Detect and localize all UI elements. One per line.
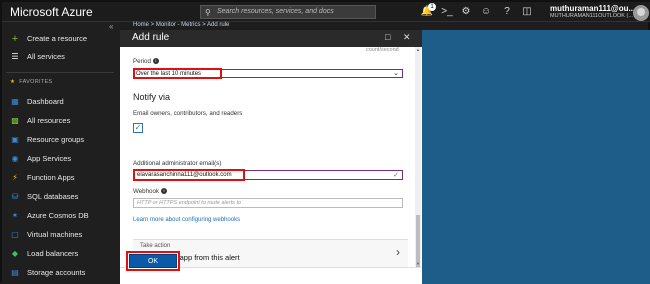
search-icon: ⚲ <box>205 8 211 17</box>
webhook-input[interactable]: HTTP or HTTPS endpoint to route alerts t… <box>133 198 403 208</box>
sidebar-item-virtual-machines[interactable]: ▢ Virtual machines <box>2 226 120 244</box>
additional-email-label: Additional administrator email(s) <box>133 160 222 167</box>
period-highlight <box>133 68 222 79</box>
add-rule-blade: Add rule □ ✕ count/second Period i Over t… <box>120 30 422 284</box>
sidebar-all-services[interactable]: ☰ All services <box>2 48 120 66</box>
info-icon[interactable]: i <box>152 58 159 64</box>
storage-icon: ▤ <box>11 268 19 277</box>
sidebar-item-resource-groups[interactable]: ▣ Resource groups <box>2 131 120 149</box>
sidebar-item-storage-accounts[interactable]: ▤ Storage accounts <box>2 264 120 282</box>
sidebar: « + Create a resource ☰ All services ★ FA… <box>2 22 120 284</box>
database-icon: ⛁ <box>11 192 19 201</box>
ok-highlight <box>126 251 180 271</box>
star-icon: ★ <box>10 79 16 85</box>
valid-check-icon: ✓ <box>393 172 399 179</box>
info-icon[interactable]: i <box>161 188 168 194</box>
email-highlight <box>133 169 245 181</box>
sidebar-item-load-balancers[interactable]: ◆ Load balancers <box>2 245 120 263</box>
grid-icon: ▩ <box>11 116 19 125</box>
list-icon: ☰ <box>11 52 19 61</box>
bolt-icon: ⚡ <box>12 173 18 182</box>
balancer-icon: ◆ <box>11 249 19 258</box>
avatar[interactable] <box>633 5 649 21</box>
chevron-down-icon: ⌄ <box>393 70 399 77</box>
search-placeholder: Search resources, services, and docs <box>217 8 334 15</box>
webhook-placeholder: HTTP or HTTPS endpoint to route alerts t… <box>137 200 242 206</box>
search-input[interactable]: ⚲ Search resources, services, and docs <box>200 5 376 19</box>
scrollbar[interactable]: ▲ ▼ <box>415 47 421 267</box>
gear-icon[interactable]: ⚙ <box>455 4 477 20</box>
period-label: Period i <box>133 58 159 65</box>
favorites-label: ★ FAVORITES <box>10 79 53 85</box>
scroll-thumb[interactable] <box>416 215 420 267</box>
plus-icon: + <box>11 33 19 45</box>
blade-header: Add rule □ ✕ <box>120 30 422 47</box>
cube-icon: ▣ <box>11 135 19 144</box>
smiley-icon[interactable]: ☺ <box>475 4 497 20</box>
dashboard-icon: ▦ <box>11 97 19 106</box>
account-name[interactable]: muthuraman111@ou... <box>550 4 635 13</box>
blade-content: count/second Period i Over the last 10 mi… <box>120 47 422 267</box>
breadcrumb[interactable]: Home > Monitor - Metrics > Add rule <box>133 22 229 28</box>
sidebar-create-resource[interactable]: + Create a resource <box>2 30 120 48</box>
notify-heading: Notify via <box>133 92 171 102</box>
help-icon[interactable]: ? <box>496 4 518 20</box>
sidebar-item-all-resources[interactable]: ▩ All resources <box>2 112 120 130</box>
divider <box>6 72 114 73</box>
cosmos-icon: ✶ <box>11 211 19 220</box>
portal-window: Microsoft Azure ⚲ Search resources, serv… <box>0 0 650 284</box>
email-owners-label: Email owners, contributors, and readers <box>133 110 243 117</box>
chevron-right-icon: › <box>396 245 400 259</box>
scroll-up-icon[interactable]: ▲ <box>415 47 421 53</box>
sidebar-item-app-services[interactable]: ◉ App Services <box>2 150 120 168</box>
directory-icon[interactable]: ◫ <box>516 4 538 20</box>
account-directory[interactable]: MUTHURAMAN111OUTLOOK (... <box>550 13 633 19</box>
webhook-help-link[interactable]: Learn more about configuring webhooks <box>133 217 240 223</box>
take-action-label: Take action <box>140 243 171 249</box>
dashboard-background <box>422 30 650 284</box>
webhook-label: Webhook i <box>133 188 168 195</box>
top-bar: Microsoft Azure ⚲ Search resources, serv… <box>2 2 650 22</box>
globe-icon: ◉ <box>11 154 19 163</box>
sidebar-item-cosmos-db[interactable]: ✶ Azure Cosmos DB <box>2 207 120 225</box>
sidebar-item-function-apps[interactable]: ⚡ Function Apps <box>2 169 120 187</box>
brand-title[interactable]: Microsoft Azure <box>10 5 93 19</box>
monitor-icon: ▢ <box>11 230 19 239</box>
blade-title: Add rule <box>132 32 170 43</box>
notification-badge: 1 <box>428 3 436 11</box>
close-icon[interactable]: ✕ <box>403 32 411 43</box>
sidebar-item-dashboard[interactable]: ▦ Dashboard <box>2 93 120 111</box>
email-owners-checkbox[interactable]: ✓ <box>133 123 143 133</box>
unit-label: count/second <box>366 47 399 53</box>
sidebar-item-sql-databases[interactable]: ⛁ SQL databases <box>2 188 120 206</box>
maximize-icon[interactable]: □ <box>385 32 390 42</box>
